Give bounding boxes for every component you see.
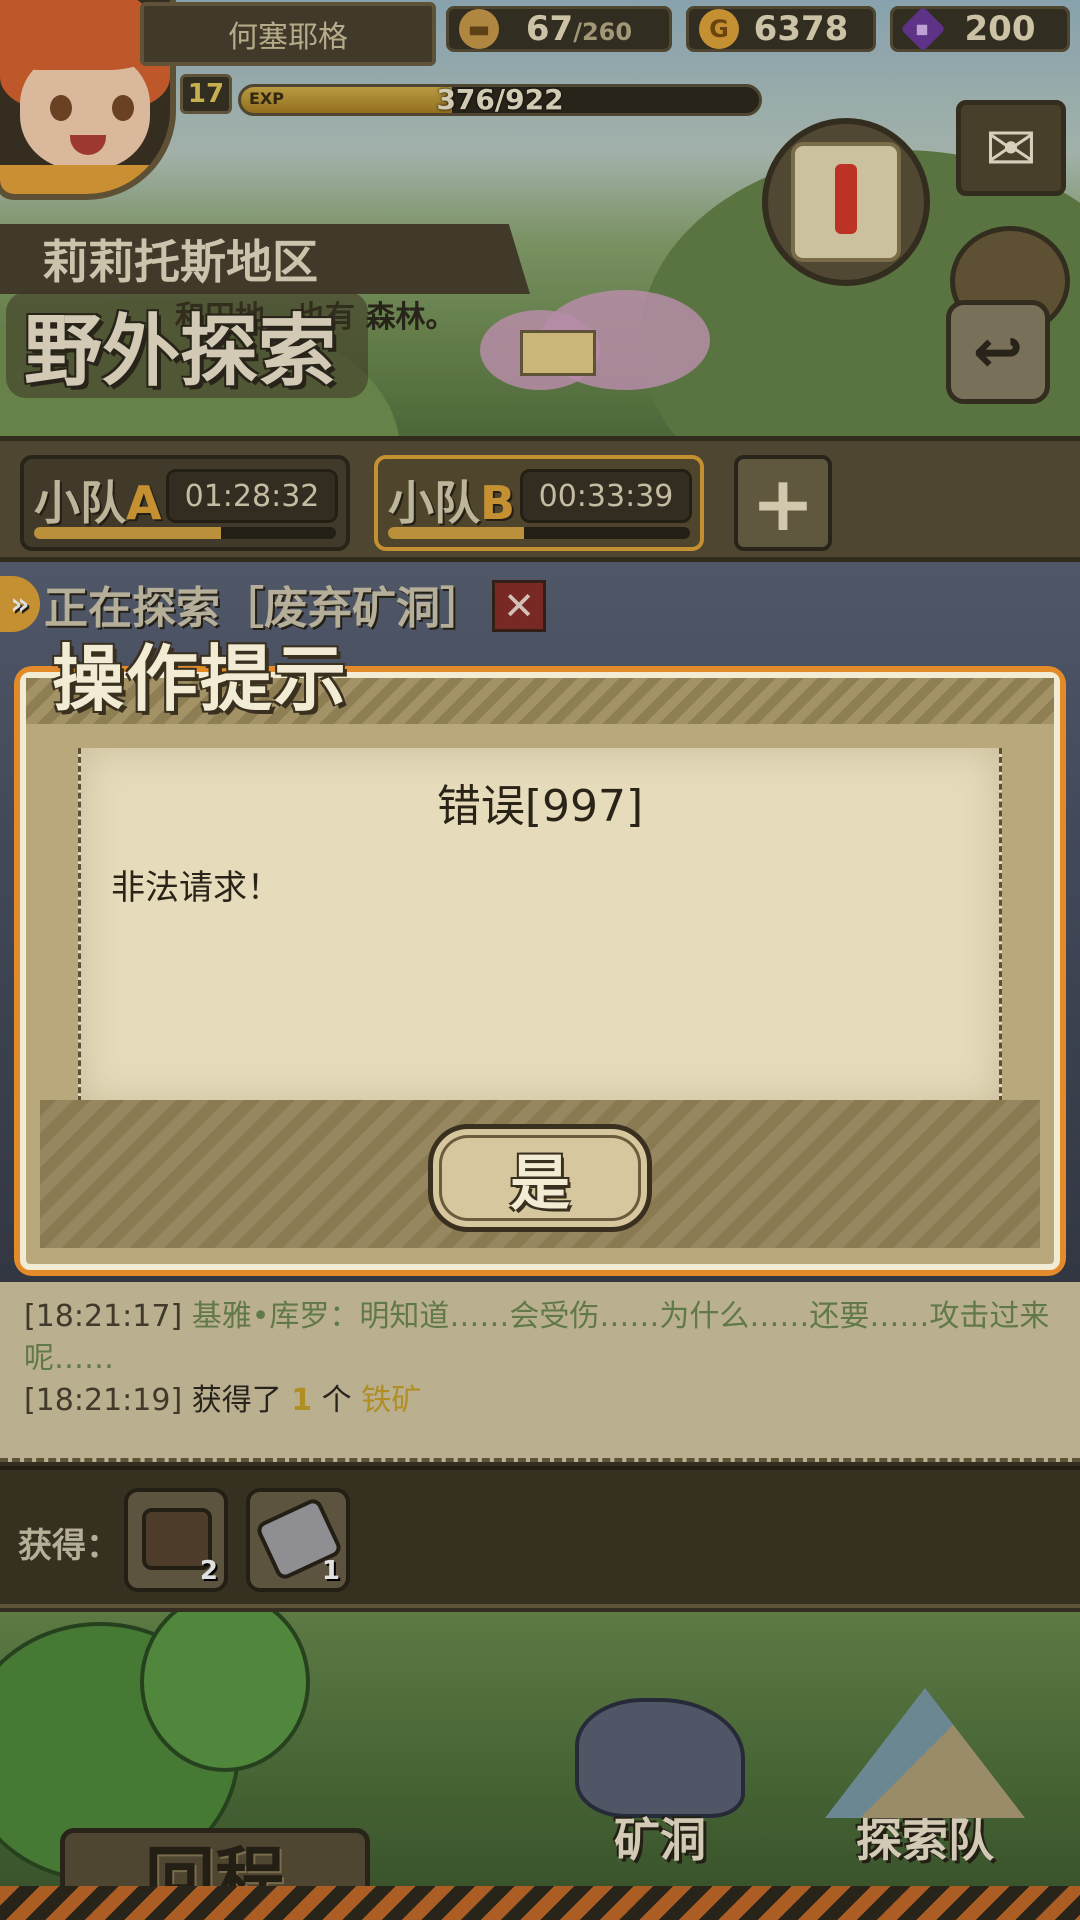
- dialog-body: 错误[997] 非法请求！: [78, 748, 1002, 1102]
- dialog-title: 操作提示: [52, 636, 349, 721]
- dialog-heading: 错误[997]: [436, 781, 644, 832]
- confirm-button[interactable]: 是: [428, 1124, 652, 1232]
- dialog-message: 非法请求！: [111, 868, 281, 908]
